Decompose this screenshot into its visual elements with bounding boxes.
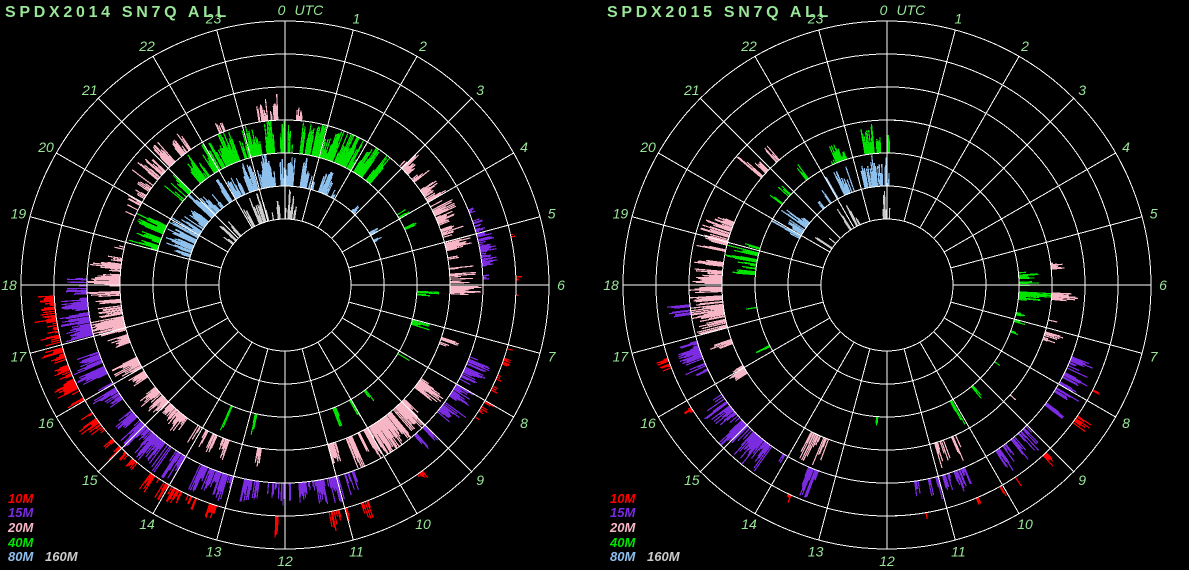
svg-text:5: 5 xyxy=(1150,206,1158,222)
svg-text:4: 4 xyxy=(1122,139,1130,155)
svg-text:14: 14 xyxy=(741,516,757,532)
svg-text:11: 11 xyxy=(951,544,966,560)
svg-text:13: 13 xyxy=(808,544,824,560)
svg-text:14: 14 xyxy=(139,516,155,532)
svg-text:4: 4 xyxy=(520,139,528,155)
svg-text:15M: 15M xyxy=(8,505,34,520)
svg-text:19: 19 xyxy=(613,206,629,222)
svg-text:0: 0 xyxy=(880,2,888,18)
svg-text:22: 22 xyxy=(740,38,757,54)
svg-text:15: 15 xyxy=(684,472,700,488)
svg-text:160M: 160M xyxy=(647,549,681,564)
svg-text:10: 10 xyxy=(1017,516,1033,532)
svg-text:12: 12 xyxy=(277,553,293,569)
svg-text:SPDX2015 SN7Q ALL: SPDX2015 SN7Q ALL xyxy=(607,4,832,21)
svg-text:13: 13 xyxy=(206,544,222,560)
svg-text:12: 12 xyxy=(879,553,895,569)
svg-text:2: 2 xyxy=(1020,38,1029,54)
svg-text:2: 2 xyxy=(418,38,427,54)
svg-text:7: 7 xyxy=(548,348,557,364)
svg-text:6: 6 xyxy=(557,277,565,293)
svg-text:7: 7 xyxy=(1150,348,1159,364)
svg-text:UTC: UTC xyxy=(295,2,325,18)
svg-text:160M: 160M xyxy=(45,549,79,564)
svg-text:6: 6 xyxy=(1159,277,1167,293)
svg-text:SPDX2014 SN7Q ALL: SPDX2014 SN7Q ALL xyxy=(5,4,230,21)
svg-text:10M: 10M xyxy=(610,491,636,506)
svg-text:5: 5 xyxy=(548,206,556,222)
svg-text:80M: 80M xyxy=(8,549,34,564)
svg-text:20: 20 xyxy=(37,139,54,155)
svg-text:40M: 40M xyxy=(7,535,34,550)
svg-text:16: 16 xyxy=(640,415,656,431)
svg-text:8: 8 xyxy=(1122,415,1130,431)
svg-text:21: 21 xyxy=(81,82,98,98)
svg-text:3: 3 xyxy=(476,82,484,98)
svg-text:20M: 20M xyxy=(7,520,34,535)
svg-text:16: 16 xyxy=(38,415,54,431)
svg-text:1: 1 xyxy=(955,10,963,26)
svg-text:19: 19 xyxy=(11,206,27,222)
svg-text:9: 9 xyxy=(1078,472,1086,488)
svg-text:17: 17 xyxy=(613,348,630,364)
svg-text:9: 9 xyxy=(476,472,484,488)
svg-text:20: 20 xyxy=(639,139,656,155)
svg-text:40M: 40M xyxy=(609,535,636,550)
svg-text:11: 11 xyxy=(349,544,364,560)
svg-text:1: 1 xyxy=(353,10,361,26)
svg-text:17: 17 xyxy=(11,348,28,364)
svg-text:15M: 15M xyxy=(610,505,636,520)
svg-text:22: 22 xyxy=(138,38,155,54)
svg-text:18: 18 xyxy=(603,277,619,293)
svg-text:20M: 20M xyxy=(609,520,636,535)
svg-text:0: 0 xyxy=(278,2,286,18)
svg-text:18: 18 xyxy=(1,277,17,293)
svg-text:10M: 10M xyxy=(8,491,34,506)
svg-text:80M: 80M xyxy=(610,549,636,564)
svg-text:3: 3 xyxy=(1078,82,1086,98)
svg-text:UTC: UTC xyxy=(897,2,927,18)
svg-text:8: 8 xyxy=(520,415,528,431)
svg-text:15: 15 xyxy=(82,472,98,488)
svg-text:21: 21 xyxy=(683,82,700,98)
svg-text:10: 10 xyxy=(415,516,431,532)
